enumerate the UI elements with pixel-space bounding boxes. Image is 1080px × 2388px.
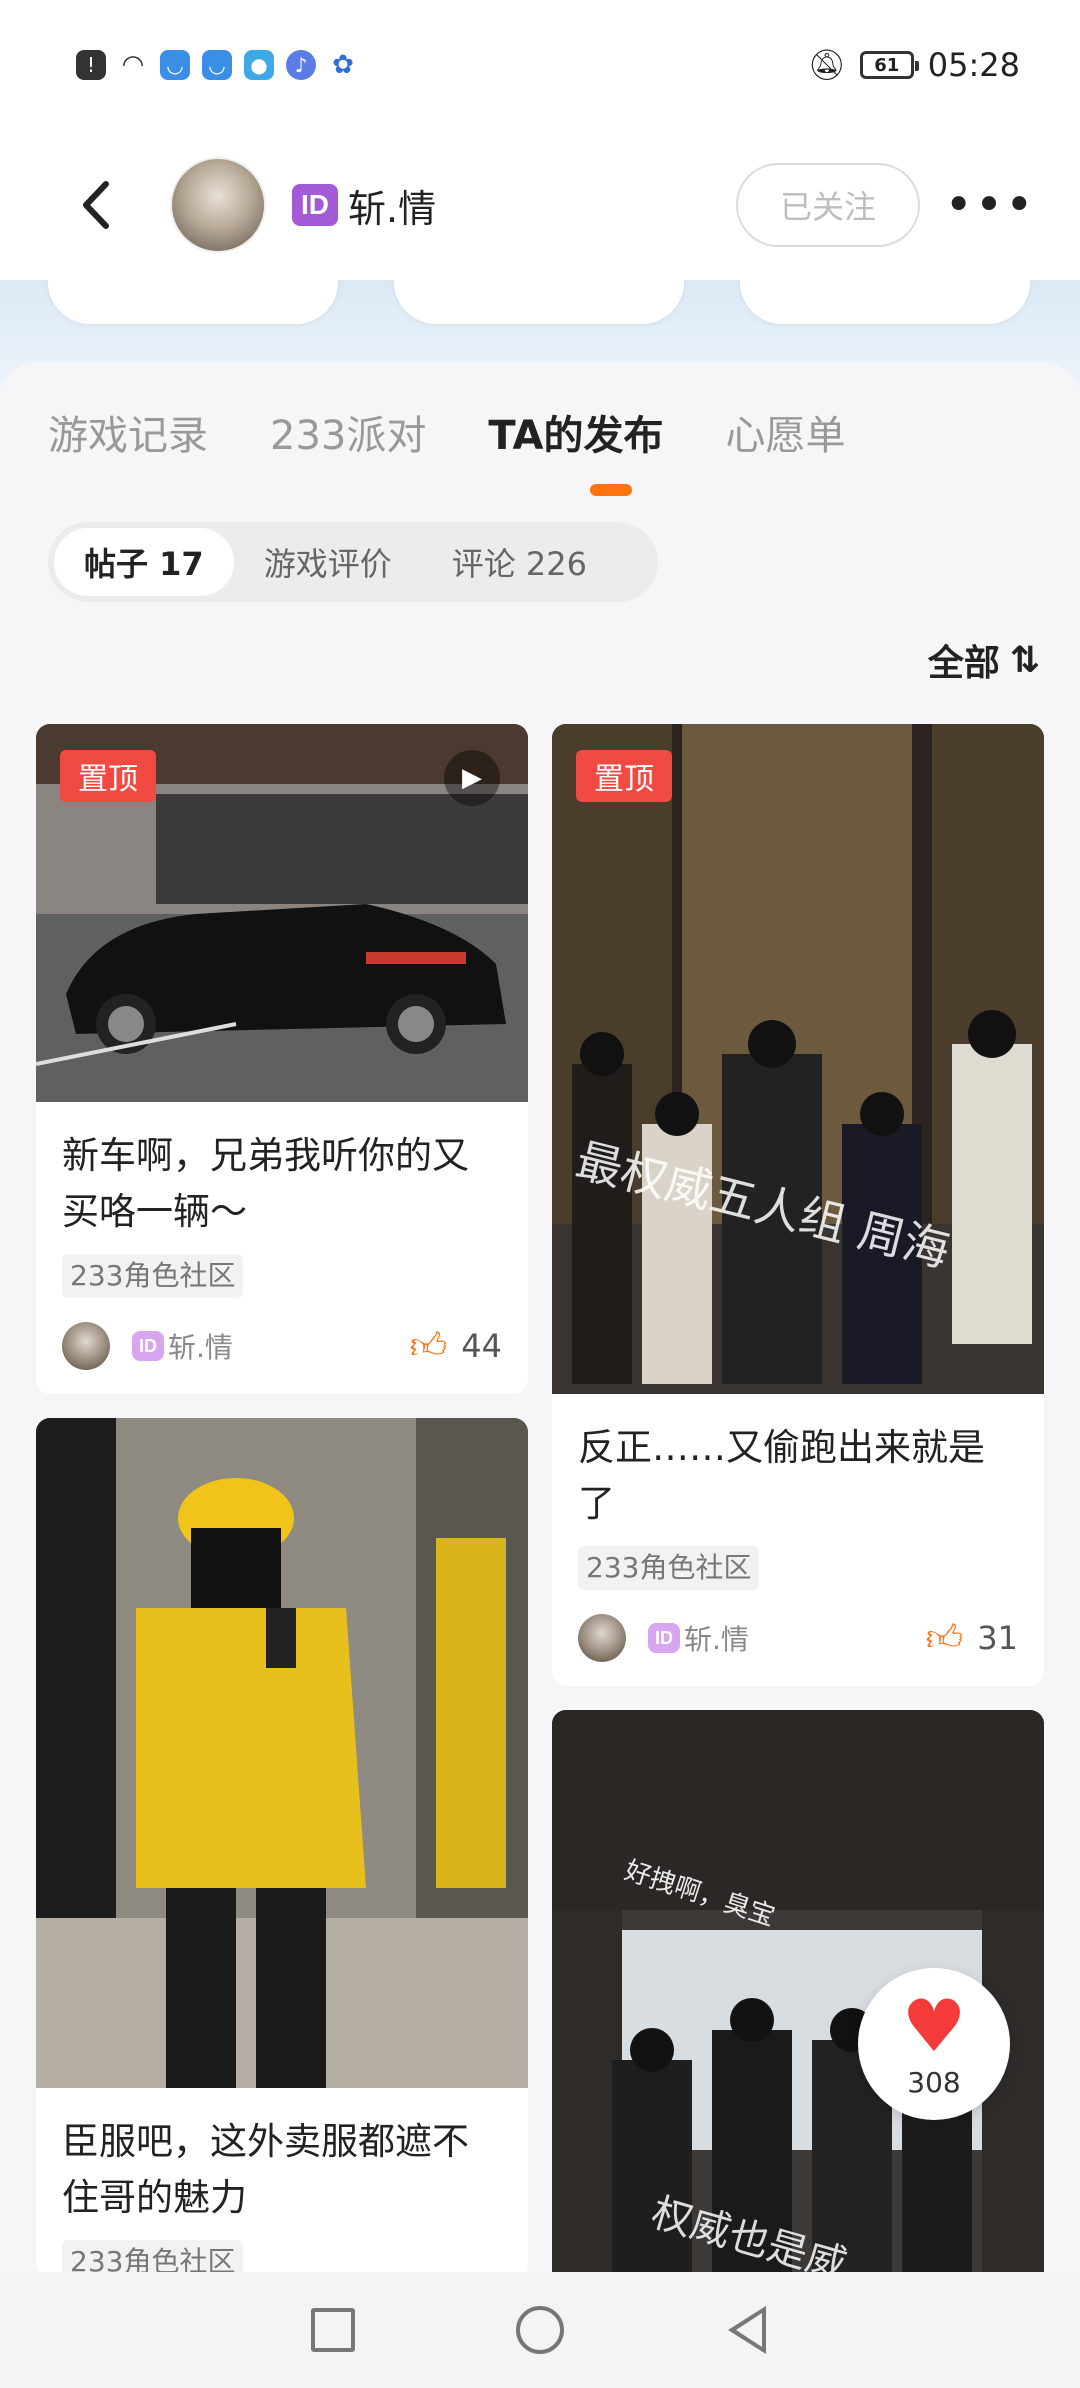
chevron-left-icon: [83, 181, 109, 229]
subtab-game-reviews[interactable]: 游戏评价: [234, 528, 422, 596]
back-nav-button[interactable]: [717, 2300, 777, 2360]
action-pill-2[interactable]: [394, 280, 684, 324]
subtab-posts[interactable]: 帖子 17: [54, 528, 234, 596]
like-fab[interactable]: ♥ 308: [858, 1968, 1010, 2120]
action-pill-3[interactable]: [740, 280, 1030, 324]
pinned-badge: 置顶: [60, 750, 156, 802]
home-button[interactable]: [510, 2300, 570, 2360]
post-tag[interactable]: 233角色社区: [578, 1546, 760, 1590]
status-bar: ! ◠ ◡ ◡ ● ♪ ✿ 🔕︎ 61 05:28: [0, 0, 1080, 130]
heart-count: 308: [907, 2065, 961, 2099]
status-icons: ! ◠ ◡ ◡ ● ♪ ✿: [76, 50, 358, 80]
id-badge-icon: ID: [292, 184, 338, 226]
more-button[interactable]: •••: [940, 163, 1040, 247]
tab-wishlist[interactable]: 心愿单: [726, 403, 846, 461]
post-card[interactable]: 置顶 最权威五人组 周海 反正……又偷跑出来就是了 233角色社区 ID 斩.情…: [552, 724, 1044, 1686]
alert-icon: !: [76, 50, 106, 80]
post-footer: ID 斩.情 👍︎ 31: [552, 1590, 1044, 1686]
thumbs-up-icon: 👍︎: [409, 1326, 448, 1367]
square-icon: [311, 2308, 356, 2352]
tab-233-party[interactable]: 233派对: [270, 403, 426, 461]
system-nav-bar: [0, 2272, 1080, 2388]
post-title: 臣服吧，这外卖服都遮不住哥的魅力: [62, 2120, 469, 2219]
weather-icon: ●: [244, 50, 274, 80]
id-badge-icon: ID: [648, 1623, 680, 1653]
post-title: 新车啊，兄弟我听你的又买咯一辆～: [62, 1134, 469, 1233]
heart-icon: ♥: [901, 1983, 967, 2068]
like-count: 31: [977, 1619, 1018, 1657]
post-card[interactable]: 置顶 ▶ 新车啊，兄弟我听你的又买咯一辆～ 233角色社区 ID 斩.情 👍︎ …: [36, 724, 528, 1394]
post-tag[interactable]: 233角色社区: [62, 2240, 244, 2272]
action-pill-1[interactable]: [48, 280, 338, 324]
tab-ta-posts[interactable]: TA的发布: [488, 403, 663, 461]
baidu-icon: ✿: [332, 50, 354, 80]
triangle-back-icon: [727, 2306, 766, 2354]
post-image: [36, 1418, 528, 2088]
post-footer: ID 斩.情 👍︎ 44: [36, 1298, 528, 1394]
play-icon[interactable]: ▶: [444, 750, 500, 806]
group-photo: [552, 724, 1044, 1394]
post-image: 置顶 ▶: [36, 724, 528, 1102]
post-image: 置顶 最权威五人组 周海: [552, 724, 1044, 1394]
author-name: 斩.情: [168, 1331, 233, 1364]
like-count: 44: [461, 1327, 502, 1365]
like-button[interactable]: 👍︎ 31: [926, 1616, 1018, 1660]
profile-header: ID 斩.情 已关注 •••: [0, 130, 1080, 280]
bell-off-icon: 🔕︎: [807, 47, 846, 83]
thumbs-up-icon: 👍︎: [925, 1618, 964, 1659]
tab-bar: 游戏记录 233派对 TA的发布 心愿单: [0, 362, 1080, 502]
music-icon: ♪: [286, 50, 316, 80]
post-tag[interactable]: 233角色社区: [62, 1254, 244, 1298]
sort-filter[interactable]: 全部 ⇅: [928, 630, 1040, 690]
tab-game-records[interactable]: 游戏记录: [48, 403, 208, 461]
status-right: 🔕︎ 61 05:28: [808, 46, 1020, 84]
post-title: 反正……又偷跑出来就是了: [578, 1426, 985, 1525]
sort-icon: ⇅: [1009, 639, 1040, 681]
sort-label: 全部: [927, 643, 1000, 684]
battery-icon: 61: [859, 51, 919, 79]
back-button[interactable]: [40, 155, 150, 255]
avatar[interactable]: [170, 157, 266, 253]
clock: 05:28: [927, 46, 1020, 84]
subtab-comments[interactable]: 评论 226: [422, 528, 617, 596]
tab-indicator: [590, 484, 632, 496]
like-button[interactable]: 👍︎ 44: [410, 1324, 502, 1368]
wifi-icon: ◠: [121, 50, 145, 80]
author-name: 斩.情: [684, 1623, 749, 1656]
circle-icon: [515, 2306, 564, 2354]
post-card[interactable]: 臣服吧，这外卖服都遮不住哥的魅力 233角色社区: [36, 1418, 528, 2272]
app-icon-2: ◡: [202, 50, 232, 80]
selfie-photo: [36, 1418, 528, 2088]
username: 斩.情: [348, 186, 437, 231]
id-badge-icon: ID: [132, 1331, 164, 1361]
app-icon-1: ◡: [160, 50, 190, 80]
subtab-bar: 帖子 17 游戏评价 评论 226: [48, 522, 658, 602]
author-avatar[interactable]: [578, 1614, 626, 1662]
author-avatar[interactable]: [62, 1322, 110, 1370]
recents-button[interactable]: [303, 2300, 363, 2360]
follow-button[interactable]: 已关注: [736, 163, 920, 247]
pinned-badge: 置顶: [576, 750, 672, 802]
